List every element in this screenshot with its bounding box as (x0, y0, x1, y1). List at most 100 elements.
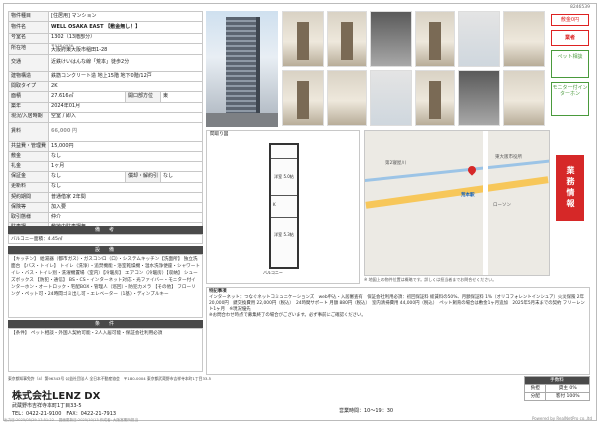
spec-value: なし (48, 151, 203, 163)
property-name: WELL OSAKA EAST 【敷金無し！】 (48, 21, 203, 34)
photo-thumb-kitchen[interactable] (370, 11, 412, 67)
badge-intercom: モニター付インターホン (551, 82, 589, 116)
floor-plan-panel: 間取り図 洋室 5.0帖 K 洋室 5.3帖 バルコニー (206, 130, 360, 284)
photo-thumb-washroom[interactable] (282, 70, 324, 126)
building-exterior-photo[interactable] (206, 11, 278, 127)
spec-value: 2024年01月 (48, 101, 203, 113)
room-label-2: 洋室 5.3帖 (274, 232, 294, 237)
badge-no-deposit: 敷金0円 (551, 14, 589, 26)
spec-value: [住居用] マンション (48, 10, 203, 23)
spec-value: 近鉄けいはんな線「荒本」徒歩2分 (48, 53, 203, 72)
floor-plan-title: 間取り図 (210, 132, 229, 137)
spec-row-mgmt: 共益費・管理費 15,000円 (7, 140, 203, 153)
spec-label: 現況/入居時期 (7, 111, 50, 123)
map-label-cityhall: 東大阪市役所 (495, 155, 522, 160)
door-shape (297, 80, 309, 119)
fee-row-1: 負担 貸主 0% (523, 384, 590, 393)
location-map[interactable]: 荒本駅 東大阪市役所 ローソン 第2寝屋川 (364, 130, 550, 276)
door-shape (341, 21, 353, 60)
company-address: 武蔵野市吉祥寺本町1丁目33-5 (12, 403, 82, 409)
spec-value: 東 (159, 91, 204, 103)
spec-label: 間取タイプ (7, 81, 50, 93)
remarks-contact: ※お問合わせ時点で募集終了の場合がございます。必ず事前にご確認ください。 (209, 313, 366, 318)
spec-row-key: 礼金 1ヶ月 (7, 161, 203, 173)
fee-label: 負担 (523, 384, 547, 393)
spec-row-room: 号室名 1302（13階部分） (7, 32, 203, 44)
door-shape (297, 21, 309, 60)
photo-thumb-hall[interactable] (327, 11, 367, 67)
spec-value: 加入要 (48, 202, 203, 214)
address-value: 大阪府東大阪市稲田1-28 (51, 47, 108, 54)
fee-heading: 手数料 (524, 376, 590, 385)
notes-heading: 備 考 (8, 226, 203, 234)
spec-row-built: 築年 2024年01月 (7, 101, 203, 113)
spec-label: 保証金 (7, 171, 50, 183)
spec-label: 賃料 (7, 121, 50, 142)
spec-label: 面積 (7, 91, 50, 103)
company-name: 株式会社LENZ DX (12, 391, 101, 402)
spec-label: 敷金 (7, 151, 50, 163)
balcony-note: バルコニー面積：4.45㎡ (8, 234, 203, 244)
spec-value: なし (159, 171, 204, 183)
spec-row-type: 物件種目 [住居用] マンション (7, 10, 203, 23)
spec-label: 所在地 (7, 42, 50, 55)
address-cell: 〒578-0936 大阪府東大阪市稲田1-28 (48, 42, 203, 55)
photo-thumb-bath[interactable] (458, 11, 500, 67)
spec-row-renewal: 更新料 なし (7, 181, 203, 193)
floor-plan-drawing: 洋室 5.0帖 K 洋室 5.3帖 (269, 143, 299, 269)
photo-thumb-entrance[interactable] (282, 11, 324, 67)
spec-label: 償却・解約引 (124, 171, 161, 183)
spec-row-name: 物件名 WELL OSAKA EAST 【敷金無し！】 (7, 21, 203, 34)
spec-row-guarantee: 保証金 なし 償却・解約引 なし (7, 171, 204, 183)
spec-label: 取引態様 (7, 212, 50, 224)
flyer-sheet: 8246539 物件種目 [住居用] マンション 物件名 WELL OSAKA … (3, 3, 597, 421)
photo-thumb-room[interactable] (415, 11, 455, 67)
business-hours: 営業時間：10〜19：30 (339, 408, 394, 414)
business-info-tab[interactable]: 業務情報 (556, 155, 584, 221)
spec-value: なし (48, 181, 203, 193)
balcony-label: バルコニー (263, 270, 283, 275)
fee-row-head: 手数料 (524, 376, 590, 385)
fee-value: 貸主 0% (545, 384, 590, 393)
photo-thumb-view[interactable] (458, 70, 500, 126)
location-pin-icon[interactable] (466, 164, 478, 176)
spec-row-contract: 契約期間 普通借家 2年間 (7, 191, 203, 204)
photo-thumb-lobby[interactable] (503, 70, 545, 126)
rent-value: 66,000 円 (48, 121, 203, 142)
badge-agent: 業者 (551, 30, 589, 46)
spec-value: 空室 / 即入 (48, 111, 203, 123)
spec-label: 礼金 (7, 161, 50, 173)
spec-label: 物件種目 (7, 10, 50, 23)
spec-value: 2K (48, 81, 203, 93)
spec-row-trade: 取引態様 仲介 (7, 212, 203, 224)
spec-label: 開口部方位 (124, 91, 161, 103)
spec-label: 契約期間 (7, 191, 50, 204)
spec-label: 築年 (7, 101, 50, 113)
spec-row-layout: 間取タイプ 2K (7, 81, 203, 93)
facility-heading: 設 備 (8, 246, 203, 254)
print-info: 出力日:2025/05/29 17:51:22 図面更新日:2025/10/13… (4, 418, 139, 422)
spec-value: 15,000円 (48, 140, 203, 153)
spec-label: 建物構造 (7, 70, 50, 83)
spec-value: なし (48, 171, 126, 183)
fee-label: 分配 (523, 392, 547, 401)
kitchen-label: K (273, 202, 276, 207)
street-shape (206, 113, 278, 127)
door-shape (429, 21, 441, 60)
photo-thumb-closet[interactable] (327, 70, 367, 126)
map-note: ※ 地図上の物件位置は概略です。詳しくは担当者までお問合せください。 (364, 277, 497, 282)
photo-thumb-sink[interactable] (370, 70, 412, 126)
photo-thumb-bedroom[interactable] (415, 70, 455, 126)
photo-thumb-toilet[interactable] (503, 11, 545, 67)
spec-value: 普通借家 2年間 (48, 191, 203, 204)
spec-value: 27.616㎡ (48, 91, 126, 103)
spec-label: 保険等 (7, 202, 50, 214)
cross-road-shape (483, 131, 488, 275)
spec-row-status: 現況/入居時期 空室 / 即入 (7, 111, 203, 123)
spec-label: 共益費・管理費 (7, 140, 50, 153)
door-shape (429, 80, 441, 119)
document-id: 8246539 (569, 5, 590, 10)
fee-table: 手数料 負担 貸主 0% 分配 客付 100% (523, 376, 590, 401)
spec-value: 仲介 (48, 212, 203, 224)
spec-label: 物件名 (7, 21, 50, 34)
